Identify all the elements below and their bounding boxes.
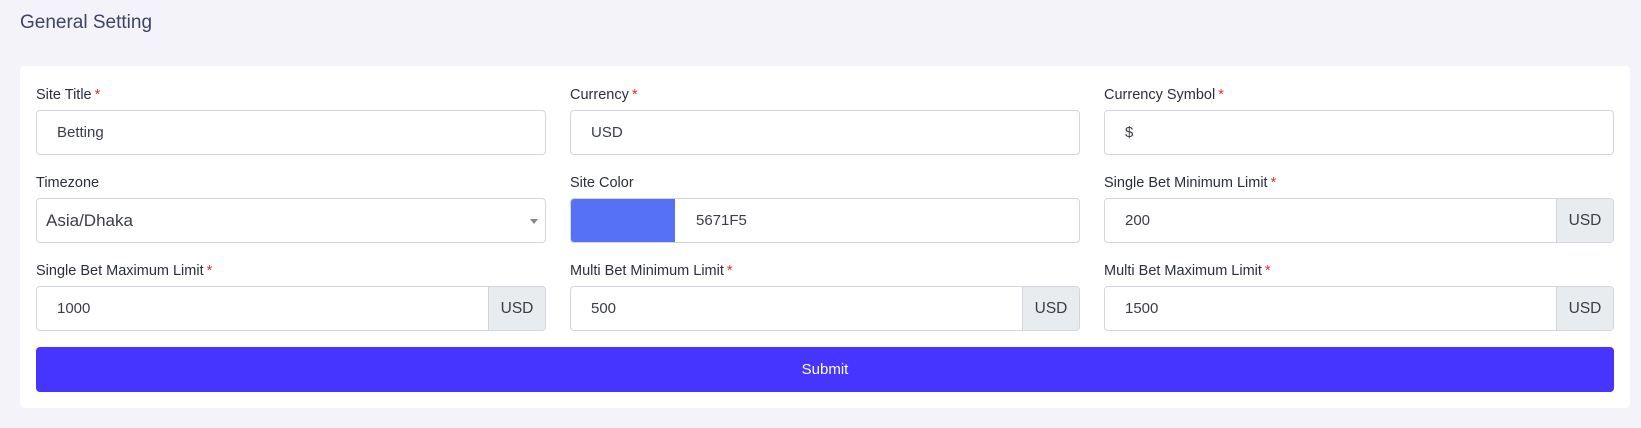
multi-bet-min-label: Multi Bet Minimum Limit *	[570, 263, 733, 279]
timezone-label: Timezone	[36, 175, 100, 191]
single-bet-min-field: Single Bet Minimum Limit* USD	[1104, 172, 1614, 260]
multi-bet-max-control: USD	[1104, 286, 1614, 331]
required-mark: *	[631, 87, 638, 103]
timezone-selected-value: Asia/Dhaka	[46, 210, 133, 230]
currency-input[interactable]	[571, 111, 1079, 154]
site-color-control	[570, 198, 1080, 243]
currency-symbol-input[interactable]	[1105, 111, 1613, 154]
single-bet-min-label: Single Bet Minimum Limit *	[1104, 175, 1277, 191]
currency-label: Currency *	[570, 87, 638, 103]
site-title-label: Site Title *	[36, 87, 101, 103]
required-mark: *	[726, 263, 733, 279]
general-settings-card: Site Title* Currency* Currency Symbol* T…	[20, 66, 1630, 408]
currency-addon: USD	[1556, 287, 1613, 330]
multi-bet-min-control: USD	[570, 286, 1080, 331]
timezone-field: Timezone Asia/Dhaka	[36, 172, 546, 260]
required-mark: *	[1270, 175, 1277, 191]
currency-control	[570, 110, 1080, 155]
single-bet-max-field: Single Bet Maximum Limit* USD	[36, 260, 546, 348]
page-title: General Setting	[20, 12, 153, 33]
single-bet-min-input[interactable]	[1105, 199, 1556, 242]
single-bet-max-input[interactable]	[37, 287, 488, 330]
currency-addon: USD	[1022, 287, 1079, 330]
submit-button[interactable]: Submit	[36, 347, 1614, 392]
currency-addon: USD	[488, 287, 545, 330]
site-title-input[interactable]	[37, 111, 545, 154]
site-title-control	[36, 110, 546, 155]
required-mark: *	[1264, 263, 1271, 279]
site-color-field: Site Color	[570, 172, 1080, 260]
timezone-select[interactable]: Asia/Dhaka	[36, 198, 546, 243]
settings-form: Site Title* Currency* Currency Symbol* T…	[36, 84, 1614, 348]
currency-symbol-control	[1104, 110, 1614, 155]
color-swatch-picker[interactable]	[571, 199, 675, 242]
site-title-field: Site Title *	[36, 84, 546, 172]
site-color-label: Site Color	[570, 175, 634, 191]
multi-bet-max-field: Multi Bet Maximum Limit* USD	[1104, 260, 1614, 348]
site-color-input[interactable]	[675, 199, 1079, 242]
required-mark: *	[1218, 87, 1224, 103]
single-bet-max-label: Single Bet Maximum Limit *	[36, 263, 213, 279]
multi-bet-max-input[interactable]	[1105, 287, 1556, 330]
currency-symbol-label: Currency Symbol *	[1104, 87, 1224, 103]
currency-field: Currency *	[570, 84, 1080, 172]
single-bet-max-control: USD	[36, 286, 546, 331]
currency-symbol-field: Currency Symbol *	[1104, 84, 1614, 172]
currency-addon: USD	[1556, 199, 1613, 242]
multi-bet-min-field: Multi Bet Minimum Limit* USD	[570, 260, 1080, 348]
single-bet-min-control: USD	[1104, 198, 1614, 243]
required-mark: *	[206, 263, 213, 279]
required-mark: *	[94, 87, 101, 103]
multi-bet-max-label: Multi Bet Maximum Limit *	[1104, 263, 1271, 279]
multi-bet-min-input[interactable]	[571, 287, 1022, 330]
chevron-down-icon	[530, 219, 538, 224]
